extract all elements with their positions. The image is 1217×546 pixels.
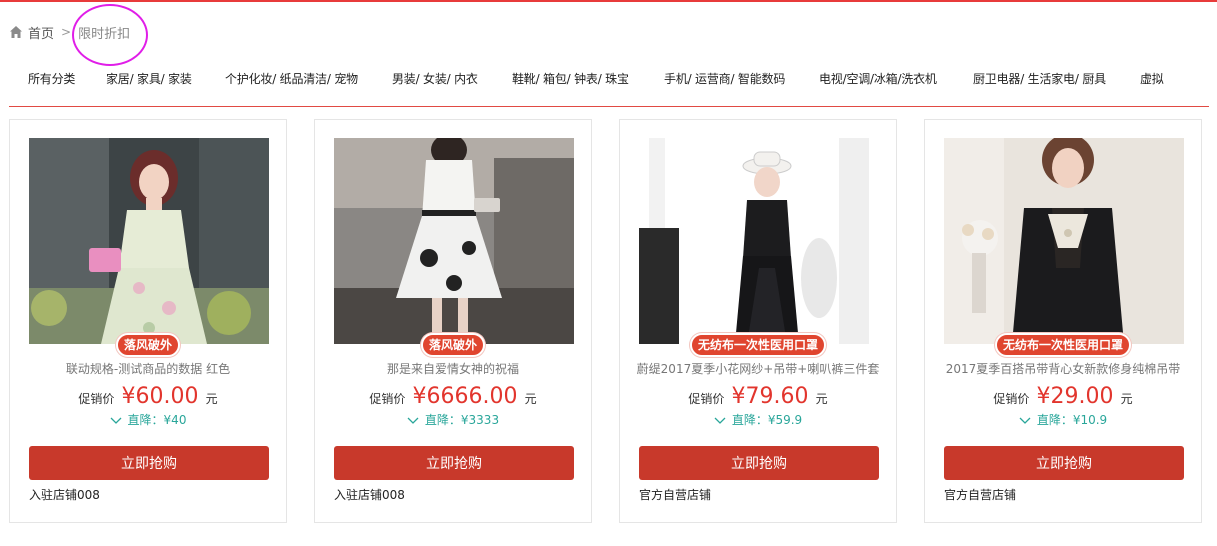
buy-now-button[interactable]: 立即抢购 — [639, 446, 879, 480]
breadcrumb-separator: > — [61, 25, 72, 39]
chevron-down-icon — [714, 417, 726, 424]
chevron-down-icon — [407, 417, 419, 424]
category-link-virtual[interactable]: 虚拟 — [1140, 70, 1164, 87]
price-value: 60.00 — [135, 384, 199, 409]
chevron-down-icon — [1019, 417, 1031, 424]
shop-name[interactable]: 入驻店铺008 — [334, 486, 405, 503]
product-image[interactable] — [944, 138, 1184, 344]
product-title[interactable]: 联动规格-测试商品的数据 红色 — [18, 360, 278, 377]
product-title[interactable]: 2017夏季百搭吊带背心女新款修身纯棉吊带 — [933, 360, 1193, 377]
category-link-kitchen[interactable]: 厨卫电器/ 生活家电/ 厨具 — [973, 70, 1106, 87]
promo-badge: 落风破外 — [420, 333, 486, 357]
category-link-phones[interactable]: 手机/ 运营商/ 智能数码 — [664, 70, 785, 87]
price-row: 促销价 ¥79.60 元 — [620, 384, 896, 409]
discount-row: 直降：¥10.9 — [925, 411, 1201, 428]
product-card[interactable]: 无纺布一次性医用口罩 2017夏季百搭吊带背心女新款修身纯棉吊带 促销价 ¥29… — [924, 119, 1202, 523]
currency-symbol: ¥ — [731, 384, 746, 409]
nav-divider — [9, 106, 1209, 107]
price-value: 79.60 — [745, 384, 809, 409]
product-image[interactable] — [639, 138, 879, 344]
category-link-home[interactable]: 家居/ 家具/ 家装 — [106, 70, 192, 87]
product-image[interactable] — [29, 138, 269, 344]
price-row: 促销价 ¥60.00 元 — [10, 384, 286, 409]
discount-text: 直降：¥59.9 — [731, 413, 803, 427]
category-nav: 所有分类 家居/ 家具/ 家装 个护化妆/ 纸品清洁/ 宠物 男装/ 女装/ 内… — [9, 66, 1209, 90]
breadcrumb-current: 限时折扣 — [78, 26, 131, 42]
price-row: 促销价 ¥29.00 元 — [925, 384, 1201, 409]
top-accent-line — [0, 0, 1217, 2]
category-link-apparel[interactable]: 男装/ 女装/ 内衣 — [392, 70, 478, 87]
discount-text: 直降：¥40 — [127, 413, 187, 427]
category-link-appliances[interactable]: 电视/空调/冰箱/洗衣机 — [819, 70, 937, 87]
product-card[interactable]: 落风破外 联动规格-测试商品的数据 红色 促销价 ¥60.00 元 直降：¥40… — [9, 119, 287, 523]
shop-name[interactable]: 官方自营店铺 — [639, 486, 711, 503]
discount-row: 直降：¥3333 — [315, 411, 591, 428]
breadcrumb: 首页 > 限时折扣 — [9, 22, 130, 42]
price-unit: 元 — [815, 392, 828, 406]
price-row: 促销价 ¥6666.00 元 — [315, 384, 591, 409]
chevron-down-icon — [110, 417, 122, 424]
buy-now-button[interactable]: 立即抢购 — [29, 446, 269, 480]
product-card[interactable]: 无纺布一次性医用口罩 蔚缇2017夏季小花网纱+吊带+喇叭裤三件套 促销价 ¥7… — [619, 119, 897, 523]
price-unit: 元 — [524, 392, 537, 406]
currency-symbol: ¥ — [1036, 384, 1051, 409]
promo-badge: 落风破外 — [115, 333, 181, 357]
price-label: 促销价 — [993, 392, 1030, 406]
discount-row: 直降：¥59.9 — [620, 411, 896, 428]
price-unit: 元 — [205, 392, 218, 406]
buy-now-button[interactable]: 立即抢购 — [334, 446, 574, 480]
price-label: 促销价 — [369, 392, 406, 406]
price-unit: 元 — [1120, 392, 1133, 406]
price-value: 29.00 — [1050, 384, 1114, 409]
currency-symbol: ¥ — [121, 384, 136, 409]
price-label: 促销价 — [78, 392, 115, 406]
product-card[interactable]: 落风破外 那是来自爱情女神的祝福 促销价 ¥6666.00 元 直降：¥3333… — [314, 119, 592, 523]
shop-name[interactable]: 入驻店铺008 — [29, 486, 100, 503]
promo-badge: 无纺布一次性医用口罩 — [689, 333, 827, 357]
category-link-all[interactable]: 所有分类 — [28, 70, 75, 87]
price-value: 6666.00 — [426, 384, 518, 409]
currency-symbol: ¥ — [412, 384, 427, 409]
price-label: 促销价 — [688, 392, 725, 406]
product-title[interactable]: 那是来自爱情女神的祝福 — [323, 360, 583, 377]
discount-text: 直降：¥10.9 — [1036, 413, 1108, 427]
promo-badge: 无纺布一次性医用口罩 — [994, 333, 1132, 357]
buy-now-button[interactable]: 立即抢购 — [944, 446, 1184, 480]
product-image[interactable] — [334, 138, 574, 344]
category-link-shoes-bags[interactable]: 鞋靴/ 箱包/ 钟表/ 珠宝 — [512, 70, 629, 87]
breadcrumb-home-link[interactable]: 首页 — [28, 23, 54, 42]
product-title[interactable]: 蔚缇2017夏季小花网纱+吊带+喇叭裤三件套 — [628, 360, 888, 377]
discount-text: 直降：¥3333 — [424, 413, 500, 427]
category-link-personal-care[interactable]: 个护化妆/ 纸品清洁/ 宠物 — [225, 70, 358, 87]
discount-row: 直降：¥40 — [10, 411, 286, 428]
shop-name[interactable]: 官方自营店铺 — [944, 486, 1016, 503]
home-icon[interactable] — [9, 25, 23, 39]
